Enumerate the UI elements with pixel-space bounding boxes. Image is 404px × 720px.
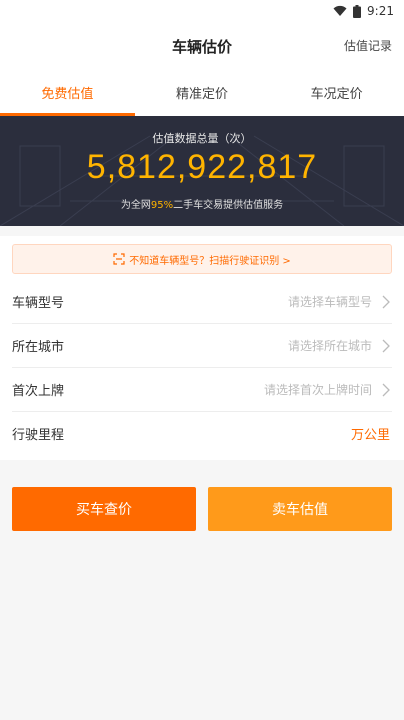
form-row-mileage[interactable]: 行驶里程 万公里	[12, 412, 392, 456]
valuation-total-count: 5,812,922,817	[86, 148, 318, 186]
tab-condition-pricing[interactable]: 车况定价	[269, 66, 404, 116]
stats-label: 估值数据总量（次）	[152, 132, 252, 145]
mileage-unit: 万公里	[350, 428, 390, 443]
battery-icon	[353, 4, 362, 18]
first-registration-label: 首次上牌	[12, 384, 65, 399]
stats-banner: 估值数据总量（次） 5,812,922,817 为全网95%二手车交易提供估值服…	[0, 116, 404, 226]
chevron-right-icon	[382, 382, 390, 401]
buy-car-price-check-button[interactable]: 买车查价	[12, 487, 196, 531]
vehicle-model-placeholder: 请选择车辆型号	[287, 295, 372, 309]
city-label: 所在城市	[12, 340, 65, 355]
valuation-history-link[interactable]: 估值记录	[344, 37, 392, 54]
vehicle-model-label: 车辆型号	[12, 296, 65, 311]
form-row-vehicle-model[interactable]: 车辆型号 请选择车辆型号	[12, 280, 392, 324]
city-placeholder: 请选择所在城市	[287, 339, 372, 353]
stats-subtitle-suffix: 二手车交易提供估值服务	[173, 200, 284, 211]
scan-license-hint[interactable]: 不知道车辆型号？扫描行驶证识别 >	[12, 244, 392, 274]
mileage-label: 行驶里程	[12, 428, 65, 443]
tab-bar: 免费估值 精准定价 车况定价	[0, 66, 404, 116]
stats-subtitle-highlight: 95%	[150, 200, 174, 211]
first-registration-placeholder: 请选择首次上牌时间	[263, 383, 372, 397]
form-row-first-registration[interactable]: 首次上牌 请选择首次上牌时间	[12, 368, 392, 412]
chevron-right-icon	[382, 338, 390, 357]
tab-precise-pricing[interactable]: 精准定价	[135, 66, 270, 116]
app-header: 车辆估价 估值记录	[0, 26, 404, 66]
chevron-right-icon	[382, 294, 390, 313]
status-bar: 9:21	[0, 0, 404, 26]
sell-car-valuation-button[interactable]: 卖车估值	[208, 487, 392, 531]
status-time: 9:21	[367, 4, 394, 18]
valuation-form-card: 不知道车辆型号？扫描行驶证识别 > 车辆型号 请选择车辆型号 所在城市 请选择所…	[0, 236, 404, 460]
scan-icon	[113, 253, 125, 265]
form-row-city[interactable]: 所在城市 请选择所在城市	[12, 324, 392, 368]
stats-subtitle-prefix: 为全网	[120, 200, 151, 211]
tab-free-valuation[interactable]: 免费估值	[0, 66, 135, 116]
stats-subtitle: 为全网95%二手车交易提供估值服务	[0, 196, 404, 211]
scan-hint-text: 不知道车辆型号？扫描行驶证识别 >	[129, 255, 291, 267]
wifi-icon	[333, 5, 347, 17]
